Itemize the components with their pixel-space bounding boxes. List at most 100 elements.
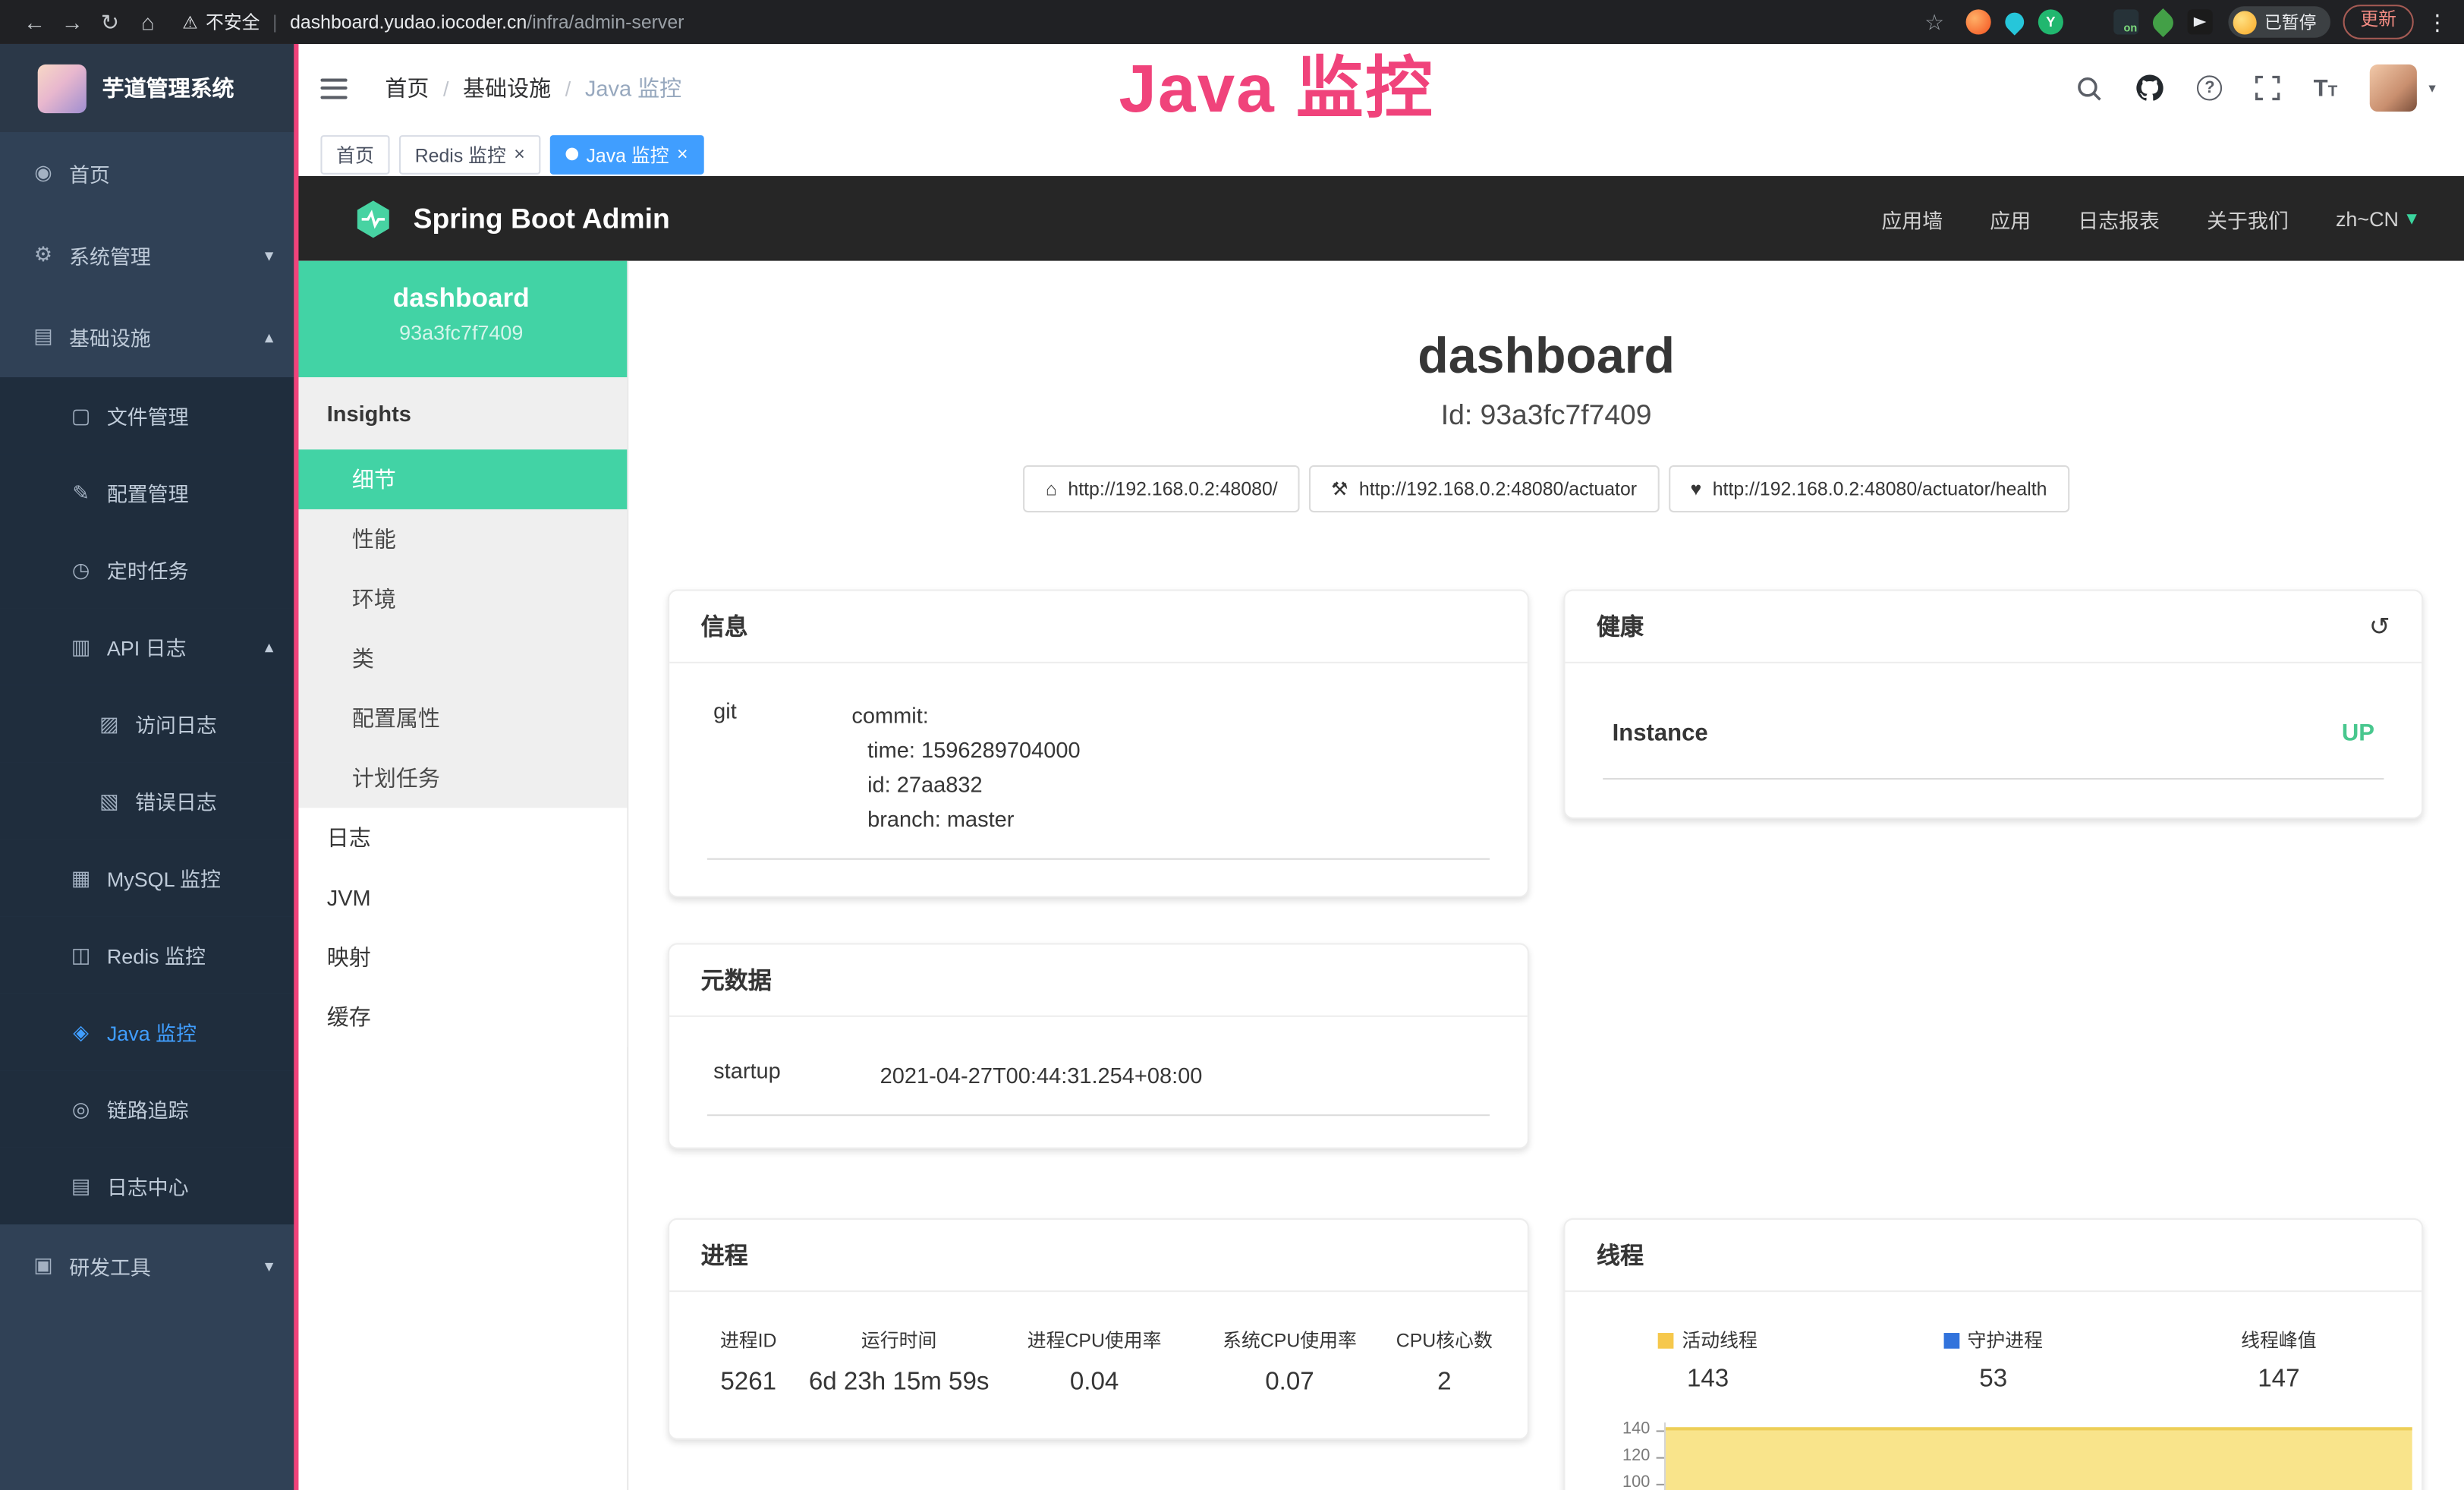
y-axis-tick-label: 140 — [1566, 1419, 1651, 1438]
sba-item-mappings[interactable]: 映射 — [295, 928, 627, 988]
breadcrumb-home[interactable]: 首页 — [385, 72, 429, 103]
legend-swatch-yellow — [1658, 1332, 1674, 1348]
sba-item-details[interactable]: 细节 — [295, 449, 627, 509]
git-branch-line: branch: master — [851, 802, 1490, 836]
sidebar-item-home[interactable]: ◉ 首页 — [0, 132, 295, 214]
sidebar-item-file-mgmt[interactable]: ▢ 文件管理 — [0, 377, 295, 454]
column-header: CPU核心数 — [1383, 1327, 1506, 1353]
sidebar-item-access-log[interactable]: ▨ 访问日志 — [0, 685, 295, 762]
tab-home[interactable]: 首页 — [320, 134, 389, 174]
tab-redis-monitor[interactable]: Redis 监控 × — [399, 134, 540, 174]
sba-item-caches[interactable]: 缓存 — [295, 987, 627, 1047]
font-size-icon[interactable]: TT — [2314, 74, 2338, 101]
sba-item-logging[interactable]: 日志 — [295, 808, 627, 868]
breadcrumb-infrastructure[interactable]: 基础设施 — [463, 72, 551, 103]
font-size-large-t: T — [2314, 74, 2328, 101]
bookmark-star-icon[interactable]: ☆ — [1918, 8, 1949, 35]
sidebar-item-label: 首页 — [69, 158, 110, 187]
app-logo[interactable]: 芋道管理系统 — [0, 44, 295, 132]
sidebar-item-trace[interactable]: ◎ 链路追踪 — [0, 1070, 295, 1147]
sba-item-scheduled-tasks[interactable]: 计划任务 — [295, 748, 627, 808]
forward-icon[interactable]: → — [53, 9, 91, 34]
health-url-button[interactable]: ♥ http://192.168.0.2:48080/actuator/heal… — [1668, 465, 2069, 512]
address-bar[interactable]: ⚠ 不安全 | dashboard.yudao.iocoder.cn/infra… — [182, 9, 684, 34]
table-row: Instance UP — [1603, 720, 2384, 780]
screenshot-root: ← → ↻ ⌂ ⚠ 不安全 | dashboard.yudao.iocoder.… — [0, 0, 2464, 1490]
home-icon[interactable]: ⌂ — [129, 9, 167, 34]
sba-item-classes[interactable]: 类 — [295, 628, 627, 688]
back-icon[interactable]: ← — [16, 9, 54, 34]
avatar-caret-icon[interactable]: ▾ — [2428, 80, 2435, 97]
overflow-menu-icon[interactable]: ⋮ — [2426, 8, 2448, 35]
extension-icon-4[interactable] — [2078, 11, 2100, 33]
reload-icon[interactable]: ↻ — [91, 8, 129, 35]
locale-selector[interactable]: zh~CN ▾ — [2336, 206, 2417, 231]
close-icon[interactable]: × — [514, 143, 525, 165]
sidebar-item-config-mgmt[interactable]: ✎ 配置管理 — [0, 454, 295, 531]
sba-item-jvm[interactable]: JVM — [295, 868, 627, 928]
hamburger-icon[interactable] — [320, 78, 347, 99]
sidebar-item-log-center[interactable]: ▤ 日志中心 — [0, 1148, 295, 1224]
url-host: dashboard.yudao.iocoder.cn — [290, 11, 527, 33]
breadcrumb-current: Java 监控 — [585, 72, 681, 103]
help-icon[interactable]: ? — [2197, 75, 2222, 100]
sidebar-item-system-mgmt[interactable]: ⚙ 系统管理 ▾ — [0, 214, 295, 296]
sidebar-item-label: 链路追踪 — [107, 1094, 189, 1123]
sidebar-item-java-monitor[interactable]: ◈ Java 监控 — [0, 994, 295, 1070]
process-card-header: 进程 — [669, 1220, 1528, 1292]
sba-nav-journal[interactable]: 日志报表 — [2078, 203, 2160, 233]
tags-bar: 首页 Redis 监控 × Java 监控 × — [295, 132, 2464, 176]
actuator-url-button[interactable]: ⚒ http://192.168.0.2:48080/actuator — [1309, 465, 1659, 512]
locale-label: zh~CN — [2336, 206, 2399, 230]
extension-icon-2[interactable] — [2001, 8, 2028, 35]
sba-logo-icon — [352, 197, 395, 240]
service-url-button[interactable]: ⌂ http://192.168.0.2:48080/ — [1024, 465, 1300, 512]
sidebar-item-dev-tools[interactable]: ▣ 研发工具 ▾ — [0, 1224, 295, 1306]
sba-nav-wallboard[interactable]: 应用墙 — [1881, 203, 1943, 233]
sba-nav-about[interactable]: 关于我们 — [2207, 203, 2289, 233]
user-avatar[interactable] — [2371, 65, 2418, 112]
cell-value: 6d 23h 15m 59s — [805, 1369, 993, 1397]
sba-item-environment[interactable]: 环境 — [295, 569, 627, 629]
profile-chip[interactable]: 已暂停 — [2228, 6, 2330, 37]
extension-icon-5[interactable]: on — [2113, 9, 2138, 34]
tab-java-monitor[interactable]: Java 监控 × — [550, 134, 703, 174]
tab-label: Java 监控 — [587, 140, 669, 167]
sidebar-item-infrastructure[interactable]: ▤ 基础设施 ▴ — [0, 295, 295, 377]
cell-value: 5261 — [691, 1369, 805, 1397]
main-area: 首页 / 基础设施 / Java 监控 ? TT — [295, 44, 2464, 1490]
sidebar-item-label: Java 监控 — [107, 1017, 197, 1047]
timer-icon: ◷ — [69, 557, 93, 582]
cell-value: 2 — [1383, 1369, 1506, 1397]
y-axis-tick-label: 120 — [1566, 1446, 1651, 1465]
update-button[interactable]: 更新 — [2343, 5, 2414, 39]
tab-label: 首页 — [336, 140, 374, 167]
breadcrumb-separator: / — [565, 76, 571, 99]
java-icon: ◈ — [69, 1019, 93, 1044]
security-label: 不安全 — [206, 9, 260, 34]
sba-brand-title: Spring Boot Admin — [414, 202, 670, 235]
extension-icon-7[interactable] — [2188, 9, 2213, 34]
process-col-uptime: 运行时间 6d 23h 15m 59s — [805, 1327, 993, 1397]
sidebar-item-label: 错误日志 — [135, 786, 217, 815]
sidebar-item-error-log[interactable]: ▧ 错误日志 — [0, 762, 295, 839]
metadata-value: 2021-04-27T00:44:31.254+08:00 — [880, 1058, 1490, 1093]
extension-icon-1[interactable] — [1966, 9, 1991, 34]
fullscreen-icon[interactable] — [2255, 75, 2280, 100]
extension-icon-3[interactable]: Y — [2038, 9, 2063, 34]
history-icon[interactable]: ↺ — [2369, 611, 2390, 642]
extension-icon-6[interactable] — [2148, 8, 2177, 36]
sba-item-metrics[interactable]: 性能 — [295, 509, 627, 569]
chevron-down-icon: ▾ — [2406, 206, 2417, 231]
search-icon[interactable] — [2076, 74, 2103, 101]
sidebar-item-redis-monitor[interactable]: ◫ Redis 监控 — [0, 916, 295, 993]
sba-item-config-props[interactable]: 配置属性 — [295, 688, 627, 748]
instance-name: dashboard — [295, 283, 627, 314]
sidebar-item-cron-job[interactable]: ◷ 定时任务 — [0, 531, 295, 608]
close-icon[interactable]: × — [677, 143, 688, 165]
github-icon[interactable] — [2136, 74, 2164, 102]
sidebar-item-api-log[interactable]: ▥ API 日志 ▴ — [0, 608, 295, 685]
sidebar-item-mysql-monitor[interactable]: ▦ MySQL 监控 — [0, 840, 295, 916]
sba-nav-applications[interactable]: 应用 — [1990, 203, 2031, 233]
actuator-url-label: http://192.168.0.2:48080/actuator — [1359, 478, 1637, 500]
